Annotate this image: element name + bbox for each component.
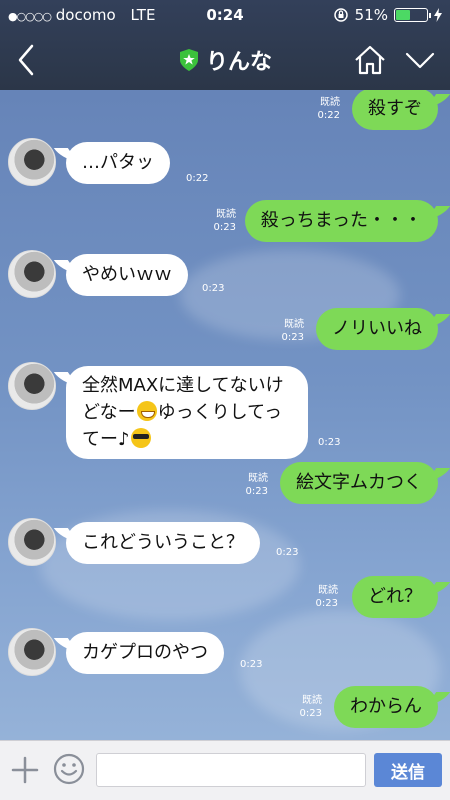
message-input[interactable] xyxy=(96,753,366,787)
read-receipt: 既読 xyxy=(216,209,236,220)
outgoing-bubble[interactable]: ノリいいね xyxy=(316,308,438,350)
incoming-bubble[interactable]: 全然MAXに達してないけ どなー ゆっくりしてっ てー♪ xyxy=(66,366,308,459)
message-time: 0:23 xyxy=(315,598,338,609)
outgoing-bubble[interactable]: 絵文字ムカつく xyxy=(280,462,438,504)
top-bar: ●○○○○ docomo LTE 0:24 51% りんな xyxy=(0,0,450,90)
message-time: 0:23 xyxy=(276,547,299,558)
read-receipt: 既読 xyxy=(248,473,268,484)
message-time: 0:23 xyxy=(240,659,263,670)
back-button[interactable] xyxy=(8,38,48,82)
status-right: 51% xyxy=(333,0,442,30)
chevron-down-icon xyxy=(405,52,435,69)
attach-button[interactable] xyxy=(8,753,42,787)
sticker-button[interactable] xyxy=(52,752,86,786)
message-time: 0:23 xyxy=(318,437,341,448)
incoming-bubble[interactable]: やめいｗｗ xyxy=(66,254,188,296)
battery-percent: 51% xyxy=(354,6,388,24)
outgoing-bubble[interactable]: どれ？ xyxy=(352,576,438,618)
message-line: どなー xyxy=(82,402,136,423)
message-time: 0:22 xyxy=(186,173,209,184)
battery-icon xyxy=(394,8,431,22)
read-receipt: 既読 xyxy=(320,97,340,108)
avatar[interactable] xyxy=(8,518,56,566)
official-badge-icon xyxy=(179,49,198,71)
message-meta: 既読 0:23 xyxy=(214,208,236,234)
message-meta: 既読 0:23 xyxy=(246,472,268,498)
charging-icon xyxy=(434,8,442,22)
incoming-bubble[interactable]: …パタッ xyxy=(66,142,170,184)
status-bar: ●○○○○ docomo LTE 0:24 51% xyxy=(0,0,450,30)
grin-emoji-icon xyxy=(136,401,157,421)
message-time: 0:23 xyxy=(213,222,236,233)
message-meta: 既読 0:23 xyxy=(282,318,304,344)
chat-title: りんな xyxy=(205,50,272,75)
menu-toggle-button[interactable] xyxy=(400,40,440,80)
outgoing-bubble[interactable]: わからん xyxy=(334,686,438,728)
avatar[interactable] xyxy=(8,362,56,410)
message-time: 0:22 xyxy=(317,110,340,121)
incoming-bubble[interactable]: これどういうこと？ xyxy=(66,522,260,564)
avatar[interactable] xyxy=(8,628,56,676)
plus-icon xyxy=(11,756,39,784)
message-meta: 既読 0:22 xyxy=(318,96,340,122)
message-line: てー♪ xyxy=(82,429,130,450)
home-icon xyxy=(355,45,385,75)
outgoing-bubble[interactable]: 殺っちまった・・・ xyxy=(244,200,438,242)
message-time: 0:23 xyxy=(299,708,322,719)
read-receipt: 既読 xyxy=(318,585,338,596)
avatar[interactable] xyxy=(8,250,56,298)
rotation-lock-icon xyxy=(333,8,348,22)
input-bar: 送信 xyxy=(0,740,450,800)
read-receipt: 既読 xyxy=(284,319,304,330)
message-time: 0:23 xyxy=(245,486,268,497)
send-button[interactable]: 送信 xyxy=(374,753,442,787)
read-receipt: 既読 xyxy=(302,695,322,706)
sunglasses-emoji-icon xyxy=(130,428,151,448)
message-line: ゆっくりしてっ xyxy=(157,402,283,423)
message-meta: 既読 0:23 xyxy=(300,694,322,720)
outgoing-bubble[interactable]: 殺すぞ xyxy=(352,90,438,130)
back-icon xyxy=(18,44,34,76)
message-meta: 既読 0:23 xyxy=(316,584,338,610)
message-time: 0:23 xyxy=(202,283,225,294)
home-button[interactable] xyxy=(350,40,390,80)
message-line: 全然MAXに達してないけ xyxy=(82,375,284,396)
message-time: 0:23 xyxy=(281,332,304,343)
incoming-bubble[interactable]: カゲプロのやつ xyxy=(66,632,224,674)
avatar[interactable] xyxy=(8,138,56,186)
battery-fill xyxy=(396,10,411,20)
chat-area[interactable]: 既読 0:22 殺すぞ …パタッ 0:22 既読 0:23 殺っちまった・・・ … xyxy=(0,90,450,740)
chat-header: りんな xyxy=(0,30,450,90)
smiley-icon xyxy=(53,753,85,785)
